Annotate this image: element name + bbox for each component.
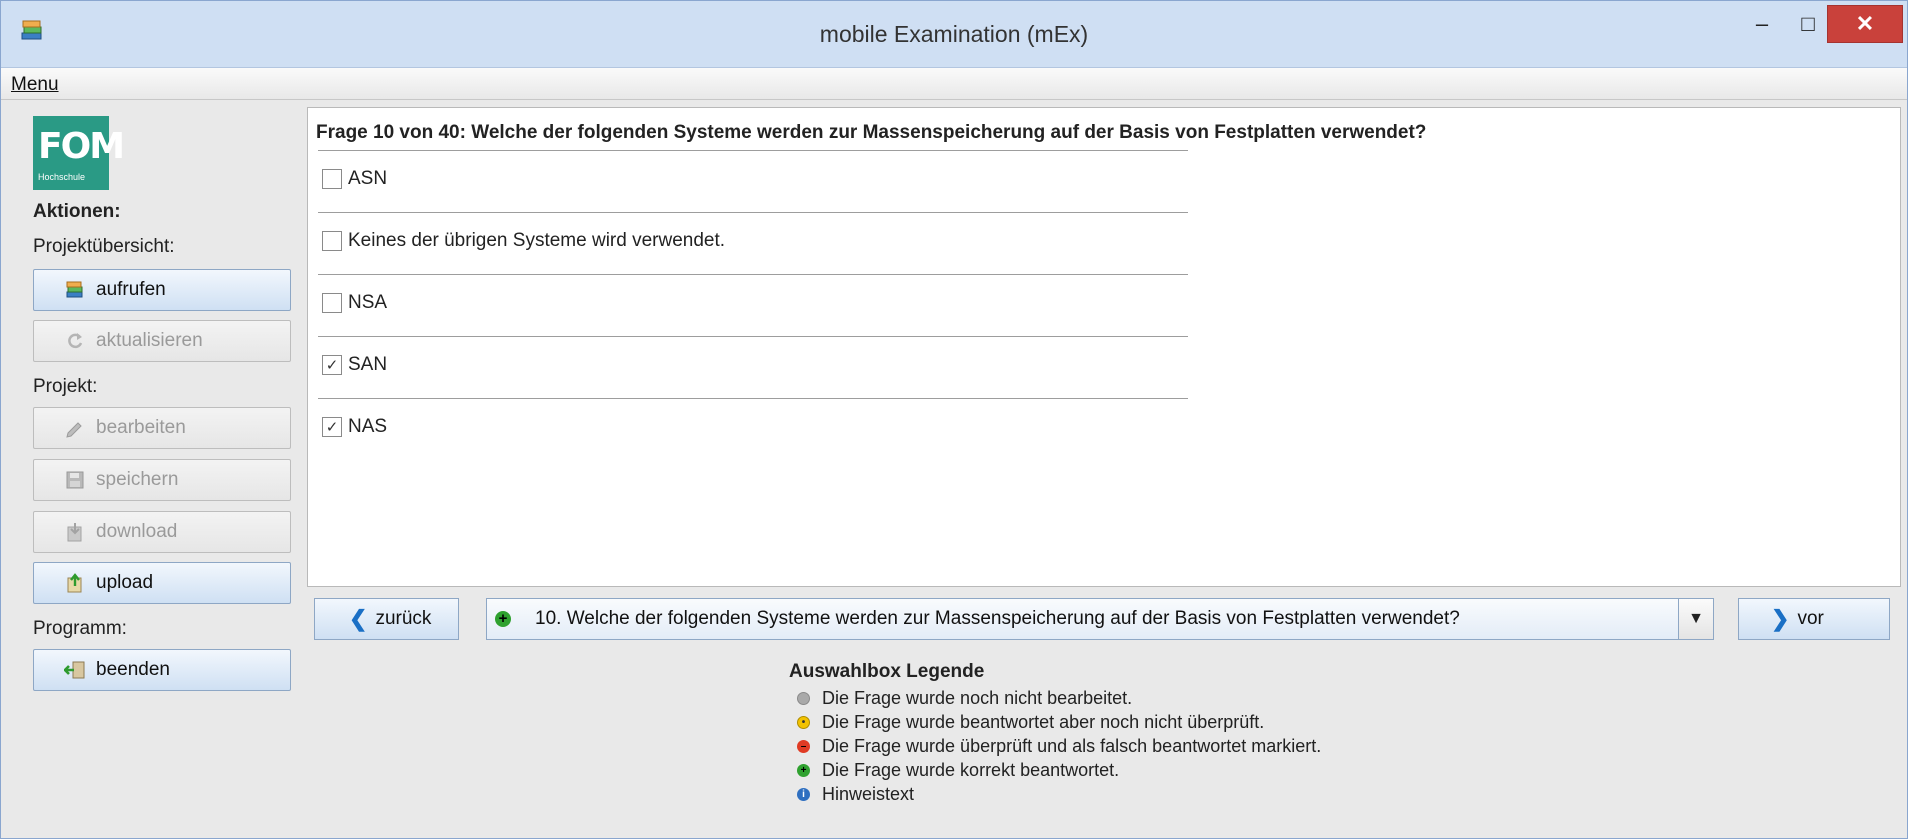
answer-option-san[interactable]: ✓ SAN bbox=[322, 354, 387, 376]
legend-item: i Hinweistext bbox=[789, 782, 1321, 806]
menu-item-menu[interactable]: Menu bbox=[11, 74, 59, 96]
aufrufen-label: aufrufen bbox=[96, 279, 166, 300]
program-label: Programm: bbox=[33, 618, 127, 639]
logo-text: FOM bbox=[38, 126, 125, 167]
dropdown-arrow-icon[interactable]: ▼ bbox=[1678, 599, 1713, 639]
project-label: Projekt: bbox=[33, 376, 98, 397]
maximize-button[interactable]: □ bbox=[1785, 5, 1831, 43]
next-button[interactable]: ❯ vor bbox=[1738, 598, 1890, 640]
info-icon: i bbox=[797, 787, 810, 801]
legend-item: Die Frage wurde noch nicht bearbeitet. bbox=[789, 686, 1321, 710]
chevron-left-icon: ❮ bbox=[349, 606, 368, 631]
next-label: vor bbox=[1797, 608, 1824, 629]
back-label: zurück bbox=[375, 608, 432, 629]
aktualisieren-label: aktualisieren bbox=[96, 330, 203, 351]
checkbox-checked[interactable]: ✓ bbox=[322, 355, 342, 375]
option-separator bbox=[318, 274, 1188, 275]
download-button[interactable]: download bbox=[33, 511, 291, 553]
back-button[interactable]: ❮ zurück bbox=[314, 598, 459, 640]
logo-subtext: Hochschule bbox=[38, 172, 86, 182]
answer-option-nsa[interactable]: NSA bbox=[322, 292, 387, 314]
option-label: ASN bbox=[348, 168, 388, 189]
option-label: NAS bbox=[348, 416, 388, 437]
option-label: Keines der übrigen Systeme wird verwende… bbox=[348, 230, 726, 251]
fom-logo: FOM Hochschule bbox=[33, 116, 125, 190]
upload-button[interactable]: upload bbox=[33, 562, 291, 604]
download-icon bbox=[64, 522, 86, 542]
option-separator bbox=[318, 398, 1188, 399]
correct-status-icon: + bbox=[797, 763, 810, 777]
answer-option-keines[interactable]: Keines der übrigen Systeme wird verwende… bbox=[322, 230, 725, 252]
legend-item: – Die Frage wurde überprüft und als fals… bbox=[789, 734, 1321, 758]
upload-label: upload bbox=[96, 572, 154, 593]
close-button[interactable]: ✕ bbox=[1827, 5, 1903, 43]
window-title: mobile Examination (mEx) bbox=[819, 21, 1089, 47]
title-bar: mobile Examination (mEx) – □ ✕ bbox=[1, 1, 1907, 68]
option-label: NSA bbox=[348, 292, 388, 313]
download-label: download bbox=[96, 521, 178, 542]
menu-bar: Menu bbox=[1, 68, 1907, 100]
beenden-label: beenden bbox=[96, 659, 170, 680]
legend-item: • Die Frage wurde beantwortet aber noch … bbox=[789, 710, 1321, 734]
legend-text: Die Frage wurde beantwortet aber noch ni… bbox=[822, 711, 1265, 732]
aktualisieren-button[interactable]: aktualisieren bbox=[33, 320, 291, 362]
legend-text: Hinweistext bbox=[822, 783, 915, 804]
bearbeiten-button[interactable]: bearbeiten bbox=[33, 407, 291, 449]
bearbeiten-label: bearbeiten bbox=[96, 417, 186, 438]
beenden-button[interactable]: beenden bbox=[33, 649, 291, 691]
correct-status-icon: + bbox=[495, 611, 511, 627]
answer-option-asn[interactable]: ASN bbox=[322, 168, 387, 190]
actions-heading: Aktionen: bbox=[33, 201, 121, 222]
answered-unchecked-status-icon: • bbox=[797, 715, 810, 729]
legend-text: Die Frage wurde noch nicht bearbeitet. bbox=[822, 687, 1133, 708]
answer-option-nas[interactable]: ✓ NAS bbox=[322, 416, 387, 438]
legend-text: Die Frage wurde korrekt beantwortet. bbox=[822, 759, 1120, 780]
project-overview-label: Projektübersicht: bbox=[33, 236, 175, 257]
floppy-disk-icon bbox=[64, 470, 86, 490]
legend-item: + Die Frage wurde korrekt beantwortet. bbox=[789, 758, 1321, 782]
selected-question-text: 10. Welche der folgenden Systeme werden … bbox=[535, 608, 1460, 629]
pencil-icon bbox=[64, 418, 86, 438]
minimize-button[interactable]: – bbox=[1739, 5, 1785, 43]
legend-title: Auswahlbox Legende bbox=[789, 661, 985, 682]
option-label: SAN bbox=[348, 354, 388, 375]
question-select[interactable]: + 10. Welche der folgenden Systeme werde… bbox=[486, 598, 1714, 640]
legend-text: Die Frage wurde überprüft und als falsch… bbox=[822, 735, 1322, 756]
books-icon bbox=[64, 280, 86, 300]
speichern-button[interactable]: speichern bbox=[33, 459, 291, 501]
refresh-icon bbox=[64, 331, 86, 351]
upload-icon bbox=[64, 573, 86, 593]
exit-icon bbox=[64, 660, 86, 680]
speichern-label: speichern bbox=[96, 469, 179, 490]
chevron-right-icon: ❯ bbox=[1771, 606, 1790, 631]
checkbox-checked[interactable]: ✓ bbox=[322, 417, 342, 437]
application-window: mobile Examination (mEx) – □ ✕ Menu FOM … bbox=[0, 0, 1908, 839]
wrong-status-icon: – bbox=[797, 739, 810, 753]
sidebar: FOM Hochschule Aktionen: Projektübersich… bbox=[1, 100, 301, 835]
checkbox[interactable] bbox=[322, 293, 342, 313]
option-separator bbox=[318, 212, 1188, 213]
question-title: Frage 10 von 40: Welche der folgenden Sy… bbox=[316, 122, 1427, 143]
question-panel: Frage 10 von 40: Welche der folgenden Sy… bbox=[307, 107, 1901, 587]
option-separator bbox=[318, 150, 1188, 151]
aufrufen-button[interactable]: aufrufen bbox=[33, 269, 291, 311]
checkbox[interactable] bbox=[322, 231, 342, 251]
not-edited-status-icon bbox=[797, 691, 810, 705]
option-separator bbox=[318, 336, 1188, 337]
selection-legend: Auswahlbox Legende Die Frage wurde noch … bbox=[789, 661, 1321, 806]
checkbox[interactable] bbox=[322, 169, 342, 189]
